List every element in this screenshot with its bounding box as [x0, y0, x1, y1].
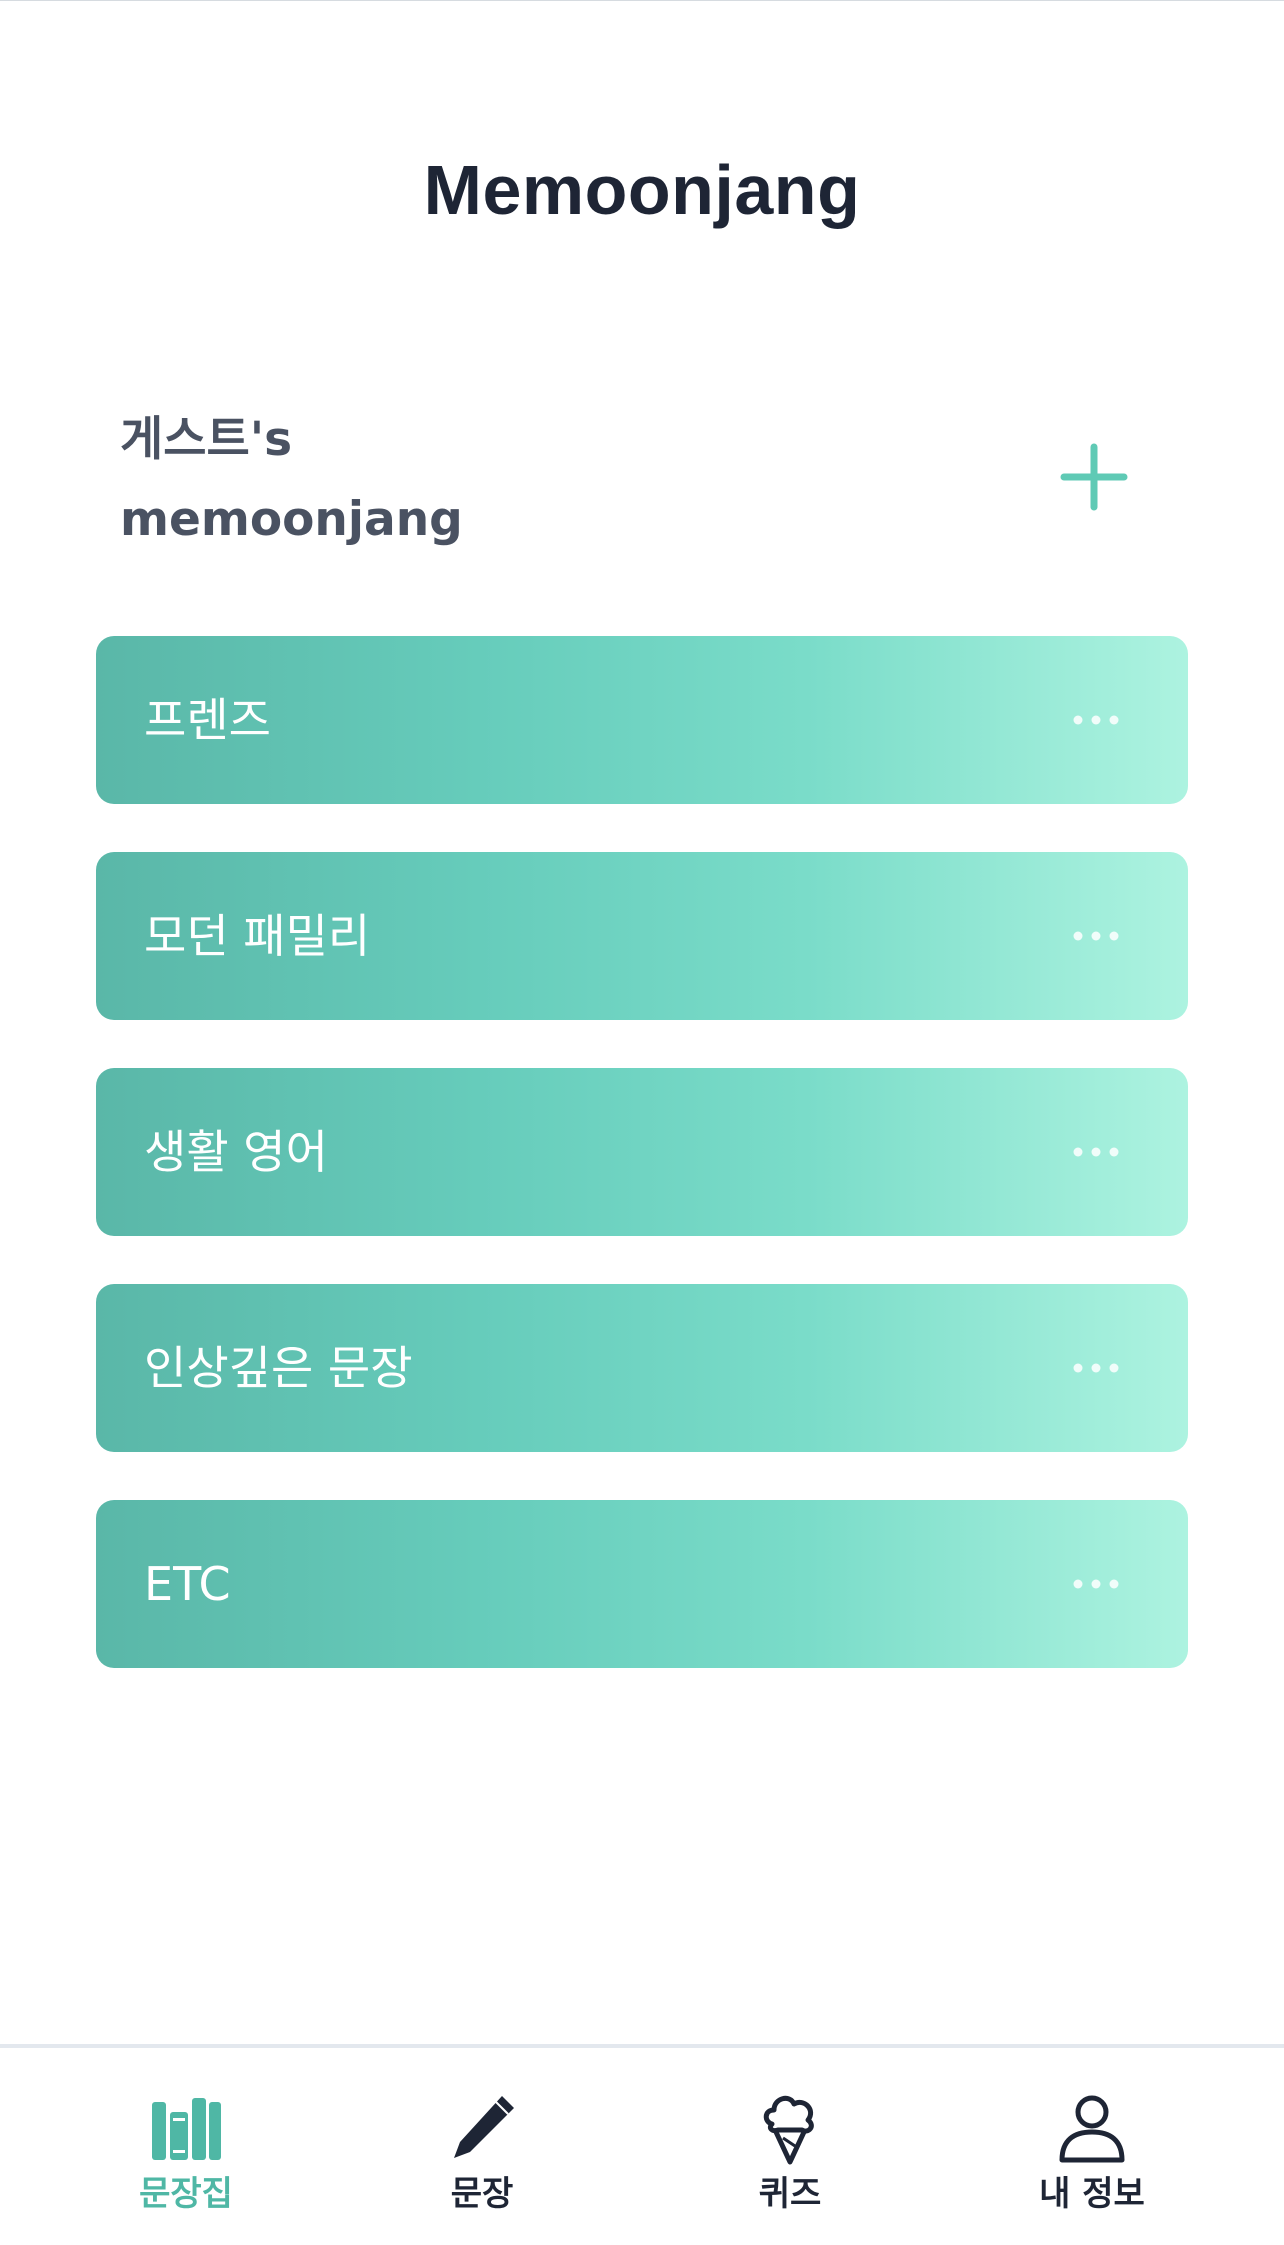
bottom-tab-bar: 문장집 문장 퀴즈 내 정보 [0, 2044, 1284, 2245]
user-icon [1052, 2088, 1132, 2168]
more-options-button[interactable] [1068, 1132, 1124, 1172]
collection-name: 모던 패밀리 [144, 909, 371, 963]
books-icon [146, 2088, 226, 2168]
collection-name: 생활 영어 [144, 1125, 328, 1179]
top-divider [0, 0, 1284, 1]
more-options-button[interactable] [1068, 916, 1124, 956]
tab-quiz[interactable]: 퀴즈 [690, 2088, 890, 2228]
collection-card[interactable]: 모던 패밀리 [96, 852, 1188, 1020]
more-options-button[interactable] [1068, 700, 1124, 740]
collection-card[interactable]: ETC [96, 1500, 1188, 1668]
more-horizontal-icon [1073, 1363, 1119, 1373]
add-collection-button[interactable] [1054, 437, 1134, 517]
more-horizontal-icon [1073, 1147, 1119, 1157]
collection-name: 인상깊은 문장 [144, 1341, 413, 1395]
ice-cream-icon [750, 2088, 830, 2168]
app-title: Memoonjang [423, 151, 861, 229]
tab-label: 퀴즈 [758, 2174, 822, 2214]
collection-card[interactable]: 인상깊은 문장 [96, 1284, 1188, 1452]
tab-sentences[interactable]: 문장 [382, 2088, 582, 2228]
tab-label: 문장 [450, 2174, 514, 2214]
tab-label: 문장집 [139, 2174, 233, 2214]
more-options-button[interactable] [1068, 1348, 1124, 1388]
collection-card[interactable]: 생활 영어 [96, 1068, 1188, 1236]
owner-suffix: memoonjang [120, 492, 463, 547]
collection-card[interactable]: 프렌즈 [96, 636, 1188, 804]
pencil-icon [442, 2088, 522, 2168]
more-options-button[interactable] [1068, 1564, 1124, 1604]
collection-list: 프렌즈 모던 패밀리 생활 영어 인상깊은 문장 ETC [96, 636, 1188, 1716]
collection-owner-heading: 게스트's memoonjang [120, 400, 720, 560]
more-horizontal-icon [1073, 715, 1119, 725]
plus-icon [1060, 443, 1128, 511]
owner-name: 게스트's [120, 412, 293, 467]
more-horizontal-icon [1073, 1579, 1119, 1589]
collection-name: ETC [144, 1557, 231, 1611]
tab-my-info[interactable]: 내 정보 [992, 2088, 1192, 2228]
collection-name: 프렌즈 [144, 693, 271, 747]
more-horizontal-icon [1073, 931, 1119, 941]
tab-label: 내 정보 [1039, 2174, 1145, 2214]
tab-collections[interactable]: 문장집 [86, 2088, 286, 2228]
